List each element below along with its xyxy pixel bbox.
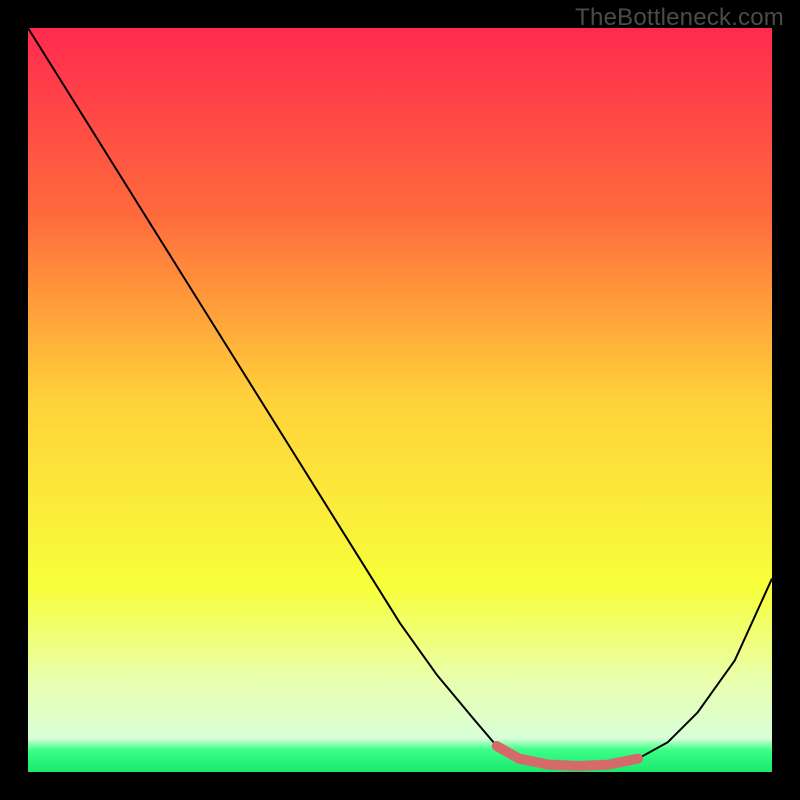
watermark-label: TheBottleneck.com [575,4,784,32]
gradient-background [28,28,772,772]
plot-area [28,28,772,772]
plot-svg [28,28,772,772]
chart-frame: TheBottleneck.com [0,0,800,800]
